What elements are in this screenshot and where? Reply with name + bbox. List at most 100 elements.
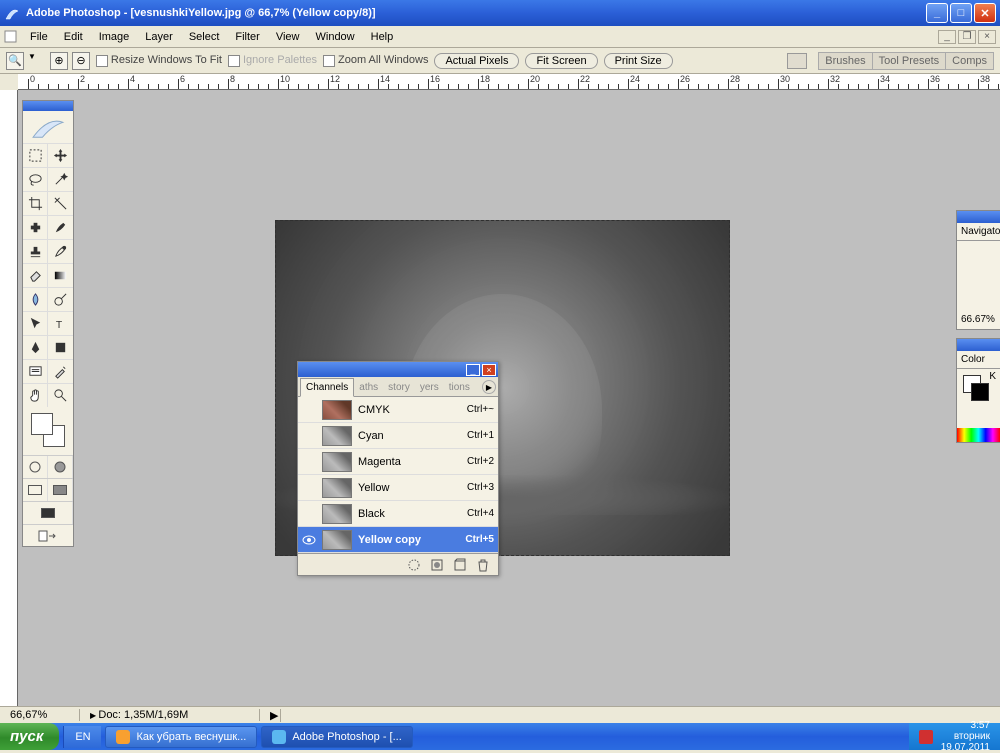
visibility-toggle[interactable] [302, 455, 316, 469]
type-tool[interactable]: T [48, 311, 73, 335]
quickmask-mode-button[interactable] [48, 456, 73, 478]
menu-file[interactable]: File [23, 29, 55, 45]
actual-pixels-button[interactable]: Actual Pixels [434, 53, 519, 69]
tab-layers[interactable]: yers [415, 379, 444, 396]
menu-help[interactable]: Help [364, 29, 401, 45]
canvas-area[interactable] [18, 90, 1000, 709]
close-button[interactable]: ✕ [974, 3, 996, 23]
pen-tool[interactable] [23, 335, 48, 359]
fit-screen-button[interactable]: Fit Screen [525, 53, 597, 69]
new-channel-icon[interactable] [452, 558, 467, 572]
delete-channel-icon[interactable] [475, 558, 490, 572]
menu-select[interactable]: Select [182, 29, 227, 45]
tray-clock[interactable]: 3:57 вторник 19.07.2011 [941, 720, 990, 753]
tab-channels[interactable]: Channels [300, 378, 354, 397]
status-zoom[interactable]: 66,67% [0, 709, 80, 721]
doc-minimize-button[interactable]: _ [938, 30, 956, 44]
eyedropper-tool[interactable] [48, 359, 73, 383]
navigator-panel-header[interactable] [957, 211, 1000, 223]
palette-well-icon[interactable] [787, 53, 807, 69]
zoom-tool[interactable] [48, 383, 73, 407]
status-arrow-icon[interactable]: ▶ [260, 709, 281, 722]
zoom-all-option[interactable]: Zoom All Windows [323, 54, 428, 66]
channel-row[interactable]: MagentaCtrl+2 [298, 449, 498, 475]
marquee-tool[interactable] [23, 143, 48, 167]
panel-menu-icon[interactable]: ▶ [482, 380, 496, 394]
menu-edit[interactable]: Edit [57, 29, 90, 45]
zoom-out-icon[interactable]: ⊖ [72, 52, 90, 70]
tab-actions[interactable]: tions [444, 379, 475, 396]
start-button[interactable]: пуск [0, 723, 59, 750]
move-tool[interactable] [48, 143, 73, 167]
channel-row[interactable]: Yellow copyCtrl+5 [298, 527, 498, 553]
brushes-tab[interactable]: Brushes [818, 52, 872, 70]
channel-row[interactable]: YellowCtrl+3 [298, 475, 498, 501]
channels-panel-titlebar[interactable]: _ × [298, 362, 498, 377]
color-spectrum[interactable] [957, 428, 1000, 442]
save-selection-icon[interactable] [429, 558, 444, 572]
comps-tab[interactable]: Comps [945, 52, 994, 70]
screen-mode-2[interactable] [48, 479, 73, 501]
color-swatches[interactable] [27, 411, 69, 451]
visibility-toggle[interactable] [302, 507, 316, 521]
stamp-tool[interactable] [23, 239, 48, 263]
zoom-tool-icon[interactable]: 🔍 [6, 52, 24, 70]
language-indicator[interactable]: EN [63, 726, 101, 748]
toolpresets-tab[interactable]: Tool Presets [872, 52, 947, 70]
gradient-tool[interactable] [48, 263, 73, 287]
print-size-button[interactable]: Print Size [604, 53, 673, 69]
zoom-in-icon[interactable]: ⊕ [50, 52, 68, 70]
status-doc[interactable]: ▶ Doc: 1,35M/1,69M [80, 709, 260, 721]
menu-layer[interactable]: Layer [138, 29, 180, 45]
path-select-tool[interactable] [23, 311, 48, 335]
blur-tool[interactable] [23, 287, 48, 311]
panel-close-button[interactable]: × [482, 364, 496, 376]
screen-mode-1[interactable] [23, 479, 48, 501]
resize-windows-option[interactable]: Resize Windows To Fit [96, 54, 222, 66]
foreground-swatch[interactable] [31, 413, 53, 435]
channel-row[interactable]: CMYKCtrl+~ [298, 397, 498, 423]
dodge-tool[interactable] [48, 287, 73, 311]
menu-window[interactable]: Window [309, 29, 362, 45]
visibility-toggle[interactable] [302, 481, 316, 495]
channel-row[interactable]: BlackCtrl+4 [298, 501, 498, 527]
heal-tool[interactable] [23, 215, 48, 239]
doc-restore-button[interactable]: ❐ [958, 30, 976, 44]
standard-mode-button[interactable] [23, 456, 48, 478]
screen-mode-3[interactable] [23, 502, 73, 524]
channel-row[interactable]: CyanCtrl+1 [298, 423, 498, 449]
ignore-palettes-option[interactable]: Ignore Palettes [228, 54, 317, 66]
doc-close-button[interactable]: × [978, 30, 996, 44]
tab-history[interactable]: story [383, 379, 415, 396]
dropdown-icon[interactable]: ▼ [28, 52, 36, 70]
history-brush-tool[interactable] [48, 239, 73, 263]
menu-filter[interactable]: Filter [228, 29, 266, 45]
eraser-tool[interactable] [23, 263, 48, 287]
taskbar-item-firefox[interactable]: Как убрать веснушк... [105, 726, 257, 748]
color-swatches[interactable] [963, 375, 989, 401]
tray-icon[interactable] [919, 730, 933, 744]
minimize-button[interactable]: _ [926, 3, 948, 23]
slice-tool[interactable] [48, 191, 73, 215]
visibility-toggle[interactable] [302, 429, 316, 443]
tools-palette-header[interactable] [23, 101, 73, 111]
system-tray[interactable]: 3:57 вторник 19.07.2011 [909, 723, 1000, 750]
color-panel-header[interactable] [957, 339, 1000, 351]
menu-view[interactable]: View [269, 29, 307, 45]
maximize-button[interactable]: □ [950, 3, 972, 23]
shape-tool[interactable] [48, 335, 73, 359]
jump-to-button[interactable] [23, 524, 73, 546]
visibility-toggle[interactable] [302, 533, 316, 547]
color-tab[interactable]: Color [957, 351, 1000, 369]
taskbar-item-photoshop[interactable]: Adobe Photoshop - [... [261, 726, 412, 748]
hand-tool[interactable] [23, 383, 48, 407]
notes-tool[interactable] [23, 359, 48, 383]
visibility-toggle[interactable] [302, 403, 316, 417]
menu-image[interactable]: Image [92, 29, 137, 45]
navigator-tab[interactable]: Navigator [957, 223, 1000, 241]
tab-paths[interactable]: aths [354, 379, 383, 396]
lasso-tool[interactable] [23, 167, 48, 191]
wand-tool[interactable] [48, 167, 73, 191]
brush-tool[interactable] [48, 215, 73, 239]
crop-tool[interactable] [23, 191, 48, 215]
